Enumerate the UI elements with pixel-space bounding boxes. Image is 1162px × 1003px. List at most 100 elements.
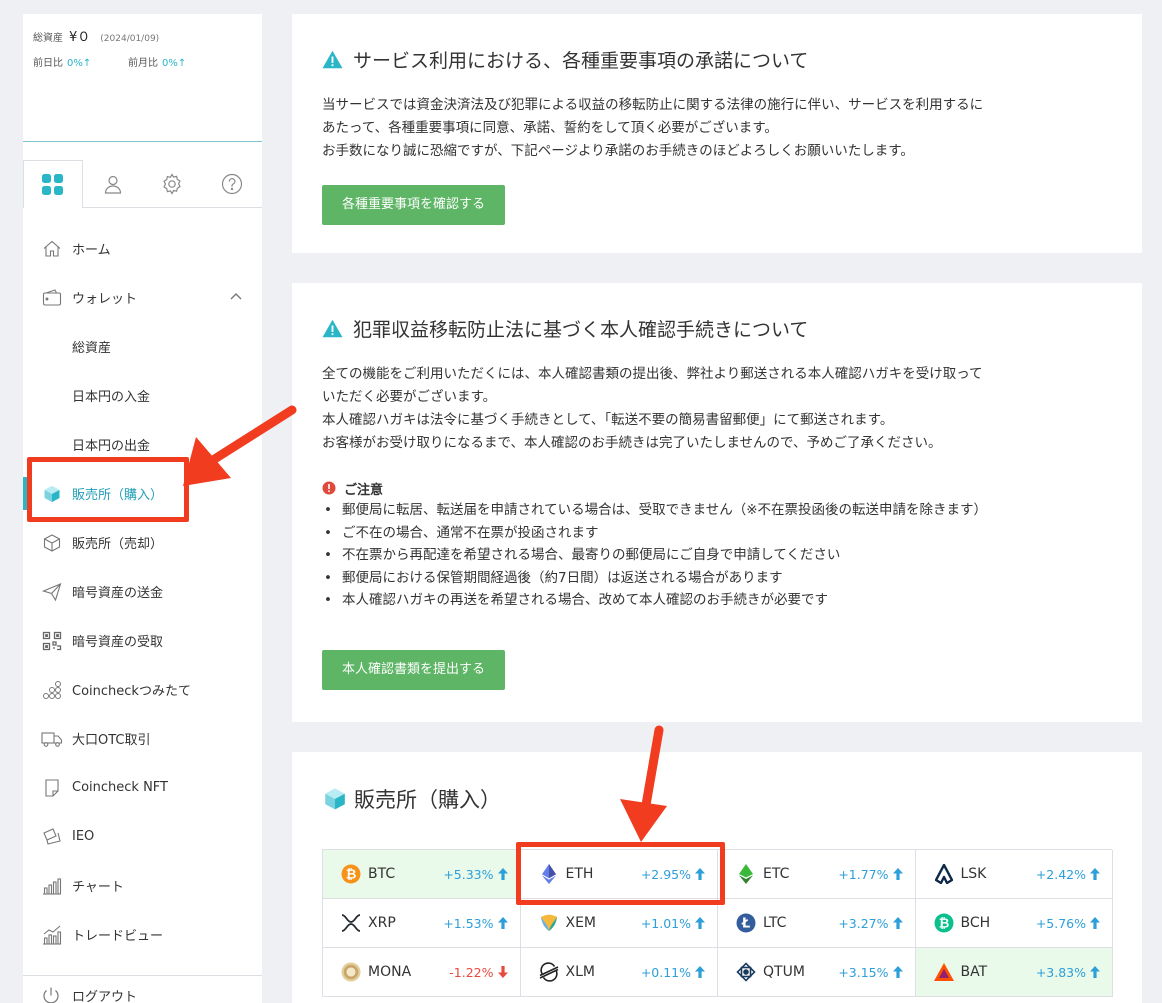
sidebar-item-tsumitate[interactable]: Coincheckつみたて bbox=[23, 665, 262, 714]
sidebar-item-nft[interactable]: Coincheck NFT bbox=[23, 763, 262, 812]
sidebar-item-label: 暗号資産の受取 bbox=[72, 635, 164, 650]
sidebar-item-chart[interactable]: チャート bbox=[23, 861, 262, 910]
arrow-up-icon bbox=[695, 917, 705, 929]
sidebar-item-label: ホーム bbox=[72, 243, 111, 258]
nft-card-icon bbox=[45, 778, 59, 797]
coin-cell-lsk[interactable]: LSK +2.42% bbox=[915, 850, 1113, 899]
sidebar-item-total-assets[interactable]: 総資産 bbox=[23, 322, 262, 371]
qtum-icon bbox=[736, 962, 756, 982]
warning-icon bbox=[322, 50, 343, 68]
alert-circle-icon bbox=[322, 481, 336, 495]
sidebar-item-tradeview[interactable]: トレードビュー bbox=[23, 910, 262, 959]
cube-icon bbox=[325, 788, 345, 810]
coin-cell-ltc[interactable]: Ł LTC +3.27% bbox=[718, 899, 916, 948]
coin-change: +2.95% bbox=[640, 866, 691, 882]
coin-symbol: BTC bbox=[368, 866, 396, 882]
coin-grid: ₿ BTC +5.33% ETH +2.95% ETC +1.77% LSK +2.42% XRP… bbox=[322, 849, 1113, 997]
sidebar-item-receive[interactable]: 暗号資産の受取 bbox=[23, 616, 262, 665]
sidebar-item-otc[interactable]: 大口OTC取引 bbox=[23, 714, 262, 763]
sidebar-item-ieo[interactable]: IEO bbox=[23, 812, 262, 861]
tab-help[interactable] bbox=[202, 160, 262, 208]
paragraph-line: お手数になり誠に恐縮ですが、下記ページより承諾のお手続きのほどよろしくお願いいた… bbox=[322, 143, 914, 159]
sidebar-item-jpy-deposit[interactable]: 日本円の入金 bbox=[23, 371, 262, 420]
sidebar-item-label: 日本円の入金 bbox=[72, 390, 151, 405]
etc-icon bbox=[739, 864, 753, 884]
arrow-up-icon bbox=[892, 966, 903, 978]
sidebar-item-label: 販売所（購入） bbox=[72, 488, 164, 503]
arrow-up-icon bbox=[497, 868, 508, 880]
sidebar-item-jpy-withdraw[interactable]: 日本円の出金 bbox=[23, 420, 262, 469]
list-item: 本人確認ハガキの再送を希望される場合、改めて本人確認のお手続きが必要です bbox=[322, 589, 1112, 612]
coin-symbol: ETH bbox=[565, 866, 594, 882]
sidebar-item-label: Coincheckつみたて bbox=[72, 684, 191, 699]
sidebar-item-label: 日本円の出金 bbox=[72, 439, 151, 454]
tab-account[interactable] bbox=[83, 160, 143, 208]
coin-cell-bat[interactable]: BAT +3.83% bbox=[915, 948, 1113, 997]
bat-icon bbox=[933, 963, 954, 981]
sidebar-item-label: 暗号資産の送金 bbox=[72, 586, 164, 601]
total-assets-label: 総資産 bbox=[33, 33, 63, 44]
coin-change: +0.11% bbox=[640, 964, 691, 980]
tickets-icon bbox=[43, 827, 61, 845]
coin-symbol: LSK bbox=[960, 866, 987, 882]
identity-verification-text: 全ての機能をご利用いただくには、本人確認書類の提出後、弊社より郵送される本人確認… bbox=[322, 363, 1112, 455]
tab-dashboard[interactable] bbox=[23, 160, 83, 208]
ltc-icon: Ł bbox=[736, 913, 756, 933]
arrow-down-icon bbox=[497, 966, 508, 978]
coin-cell-btc[interactable]: ₿ BTC +5.33% bbox=[323, 850, 521, 899]
confirm-terms-button[interactable]: 各種重要事項を確認する bbox=[322, 185, 506, 225]
sidebar: 総資産 ¥０ (2024/01/09) 前日比 0%↑ 前月比 0%↑ ホーム … bbox=[23, 14, 262, 1003]
paragraph-line: いただく必要がございます。 bbox=[322, 389, 497, 405]
truck-icon bbox=[41, 731, 63, 747]
trade-chart-icon bbox=[43, 925, 62, 945]
coin-symbol: XLM bbox=[565, 964, 595, 980]
buy-exchange-heading: 販売所（購入） bbox=[322, 784, 1112, 814]
list-item: 不在票から再配達を希望される場合、最寄りの郵便局にご自身で申請してください bbox=[322, 544, 1112, 567]
paragraph-line: 本人確認ハガキは法令に基づく手続きとして、「転送不要の簡易書留郵便」にて郵送され… bbox=[322, 412, 894, 428]
identity-verification-heading: 犯罪収益移転防止法に基づく本人確認手続きについて bbox=[322, 313, 1112, 343]
sidebar-item-label: Coincheck NFT bbox=[72, 780, 168, 795]
coin-change: +1.77% bbox=[838, 866, 889, 882]
sidebar-item-logout[interactable]: ログアウト bbox=[23, 975, 262, 1003]
tab-settings[interactable] bbox=[143, 160, 203, 208]
sidebar-item-label: 大口OTC取引 bbox=[72, 733, 151, 748]
cube-outline-icon bbox=[43, 533, 61, 552]
notice-list: 郵便局に転居、転送届を申請されている場合は、受取できません（※不在票投函後の転送… bbox=[322, 499, 1112, 612]
coin-change: +3.15% bbox=[838, 964, 889, 980]
coin-cell-mona[interactable]: MONA -1.22% bbox=[323, 948, 521, 997]
paragraph-line: 当サービスでは資金決済法及び犯罪による収益の移転防止に関する法律の施行に伴い、サ… bbox=[322, 97, 984, 113]
coin-cell-etc[interactable]: ETC +1.77% bbox=[718, 850, 916, 899]
sidebar-item-send[interactable]: 暗号資産の送金 bbox=[23, 567, 262, 616]
submit-id-documents-button[interactable]: 本人確認書類を提出する bbox=[322, 649, 506, 690]
coin-stack-icon bbox=[43, 680, 61, 699]
coin-cell-eth[interactable]: ETH +2.95% bbox=[520, 850, 718, 899]
xrp-icon bbox=[341, 914, 361, 932]
notice-heading: ご注意 bbox=[322, 477, 1112, 499]
sidebar-item-home[interactable]: ホーム bbox=[23, 224, 262, 273]
terms-consent-title: サービス利用における、各種重要事項の承諾について bbox=[353, 49, 809, 72]
sidebar-item-label: ウォレット bbox=[72, 292, 138, 307]
paragraph-line: 全ての機能をご利用いただくには、本人確認書類の提出後、弊社より郵送される本人確認… bbox=[322, 366, 983, 382]
chevron-up-icon bbox=[230, 293, 242, 300]
terms-consent-card: サービス利用における、各種重要事項の承諾について 当サービスでは資金決済法及び犯… bbox=[292, 14, 1142, 253]
sidebar-item-sell[interactable]: 販売所（売却） bbox=[23, 518, 262, 567]
coin-symbol: XRP bbox=[368, 915, 396, 931]
coin-cell-xem[interactable]: XEM +1.01% bbox=[520, 899, 718, 948]
sidebar-item-buy[interactable]: 販売所（購入） bbox=[23, 469, 262, 518]
month-change-label: 前月比 bbox=[128, 58, 158, 69]
coin-cell-xlm[interactable]: XLM +0.11% bbox=[520, 948, 718, 997]
coin-change: +2.42% bbox=[1035, 866, 1086, 882]
coin-cell-xrp[interactable]: XRP +1.53% bbox=[323, 899, 521, 948]
arrow-up-icon bbox=[1090, 917, 1100, 929]
asset-date: (2024/01/09) bbox=[100, 34, 160, 44]
sidebar-tabs bbox=[23, 160, 262, 208]
coin-cell-bch[interactable]: ₿ BCH +5.76% bbox=[915, 899, 1113, 948]
coin-change: -1.22% bbox=[449, 964, 494, 980]
btc-icon: ₿ bbox=[341, 864, 361, 884]
coin-cell-qtum[interactable]: QTUM +3.15% bbox=[718, 948, 916, 997]
paragraph-line: あたって、各種重要事項に同意、承諾、誓約をして頂く必要がございます。 bbox=[322, 120, 778, 136]
sidebar-item-wallet[interactable]: ウォレット bbox=[23, 273, 262, 322]
eth-icon bbox=[541, 864, 556, 884]
identity-verification-title: 犯罪収益移転防止法に基づく本人確認手続きについて bbox=[353, 318, 809, 341]
day-change-value: 0%↑ bbox=[67, 58, 92, 69]
